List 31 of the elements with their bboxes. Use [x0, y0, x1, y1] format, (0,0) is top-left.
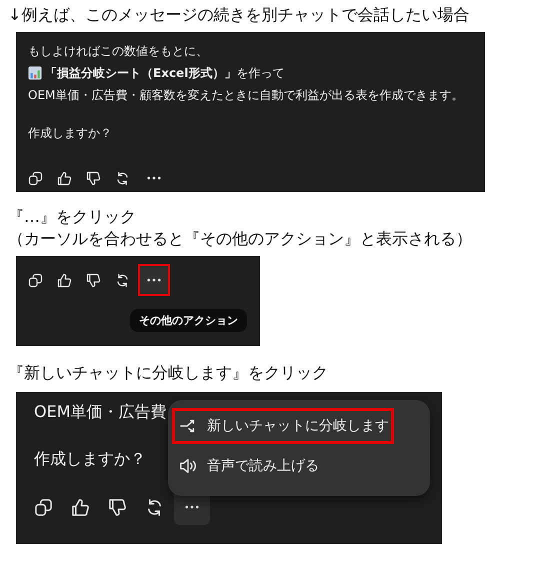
message-text: OEM単価・広告費・顧客数を変えたときに自動で利益が出る表を作成できます。 [28, 87, 464, 104]
message-text: もしよければこの数値をもとに、 [28, 43, 209, 60]
refresh-icon[interactable] [115, 272, 130, 288]
thumbs-down-icon[interactable] [108, 498, 127, 516]
menu-item[interactable]: 新しいチャットに分岐します [172, 408, 394, 444]
more-icon [147, 278, 161, 282]
branch-icon [179, 417, 197, 435]
copy-icon[interactable] [34, 498, 53, 516]
refresh-icon[interactable] [115, 170, 130, 186]
message-text: 作成しますか？ [28, 125, 113, 142]
message-text: 作成しますか？ [34, 448, 146, 470]
more-icon [185, 505, 199, 509]
caption-text: （カーソルを合わせると『その他のアクション』と表示される） [8, 228, 473, 250]
thumbs-down-icon[interactable] [86, 170, 101, 186]
tooltip: その他のアクション [130, 309, 247, 332]
caption-text: 『…』をクリック [8, 206, 137, 228]
bar-chart-icon [28, 66, 42, 80]
copy-icon[interactable] [28, 272, 43, 288]
speaker-icon [179, 457, 197, 475]
message-text: 「損益分岐シート（Excel形式）」を作って [45, 65, 284, 82]
menu-item[interactable]: 音声で読み上げる [172, 448, 394, 484]
thumbs-down-icon[interactable] [86, 272, 101, 288]
caption-text: 『新しいチャットに分岐します』をクリック [8, 362, 329, 384]
thumbs-up-icon[interactable] [71, 498, 90, 516]
thumbs-up-icon[interactable] [57, 170, 72, 186]
message-text: OEM単価・広告費 [34, 401, 167, 423]
copy-icon[interactable] [28, 170, 43, 186]
more-icon [147, 176, 161, 180]
caption-text: ↓例えば、このメッセージの続きを別チャットで会話したい場合 [8, 4, 470, 26]
thumbs-up-icon[interactable] [57, 272, 72, 288]
refresh-icon[interactable] [145, 498, 164, 516]
